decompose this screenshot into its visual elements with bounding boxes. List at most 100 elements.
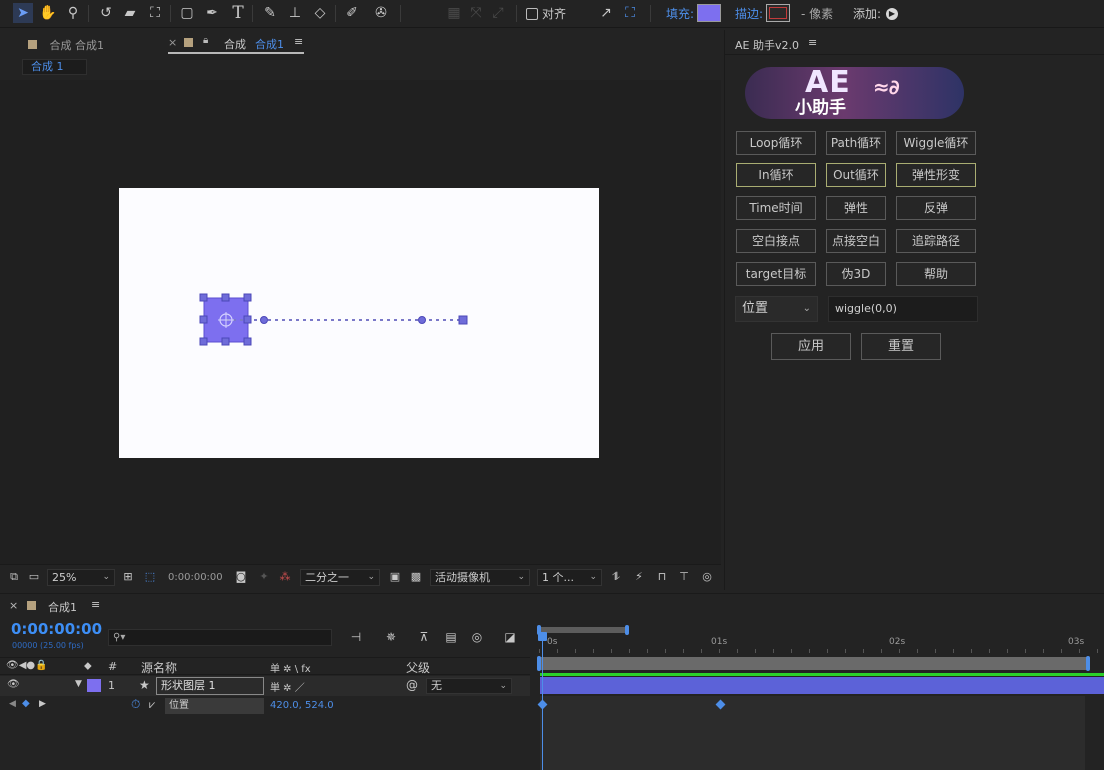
pan-behind-tool-icon[interactable]: ⛶: [145, 3, 165, 23]
timeline-menu-icon[interactable]: ≡: [91, 598, 100, 611]
path-end-keyframe[interactable]: [458, 315, 468, 325]
bounce-button[interactable]: 反弹: [896, 196, 976, 220]
layer-row[interactable]: 👁 ▼ 1 ★ 形状图层 1 単 ✲ ／ @ 无 ⌄: [0, 676, 530, 696]
rectangle-tool-icon[interactable]: ▢: [177, 3, 197, 23]
composition-canvas[interactable]: [119, 188, 599, 458]
time-button[interactable]: Time时间: [736, 196, 816, 220]
loop-button[interactable]: Loop循环: [736, 131, 816, 155]
flowchart-icon[interactable]: ⊤: [674, 567, 694, 587]
reset-button[interactable]: 重置: [861, 333, 941, 360]
snap-feather-icon[interactable]: ↗: [596, 3, 616, 23]
camera-tool-icon[interactable]: ▰: [120, 3, 140, 23]
timeline-graph[interactable]: 0s 01s 02s 03s: [535, 622, 1104, 770]
bbox-handle[interactable]: [199, 315, 208, 324]
transparency-grid-icon[interactable]: ▩: [406, 567, 426, 587]
stroke-color-swatch[interactable]: [766, 4, 790, 22]
null-to-points-button[interactable]: 空白接点: [736, 229, 816, 253]
prev-keyframe-icon[interactable]: ◀: [9, 699, 16, 709]
tab-comp-active[interactable]: 🔒︎ 合成 合成1 ≡: [168, 30, 304, 54]
work-area-end[interactable]: [625, 625, 629, 635]
zoom-tool-icon[interactable]: ⚲: [63, 3, 83, 23]
time-navigator-end[interactable]: [1086, 656, 1090, 671]
layer-name[interactable]: 形状图层 1: [156, 677, 264, 695]
fast-preview-icon[interactable]: ▣: [385, 567, 405, 587]
timeline-icon[interactable]: ⊓: [652, 567, 672, 587]
selection-tool-icon[interactable]: ➤: [13, 3, 33, 23]
graph-editor-icon[interactable]: ◪: [500, 627, 520, 647]
bbox-handle[interactable]: [243, 337, 252, 346]
camera-select[interactable]: 活动摄像机 ⌄: [430, 569, 530, 586]
brush-tool-icon[interactable]: ✎: [260, 3, 280, 23]
layer-switches[interactable]: 単 ✲ ／: [270, 679, 305, 694]
bbox-handle[interactable]: [199, 337, 208, 346]
time-navigator-start[interactable]: [537, 656, 541, 671]
render-icon[interactable]: ⚡: [629, 567, 649, 587]
current-time-display[interactable]: 0:00:00:00: [168, 572, 223, 583]
tab-menu-icon[interactable]: ≡: [294, 35, 303, 48]
timeline-timecode[interactable]: 0:00:00:00: [11, 620, 102, 638]
fit-icon[interactable]: ⊞: [118, 567, 138, 587]
path-keyframe-handle[interactable]: [260, 316, 268, 324]
time-navigator[interactable]: [540, 657, 1088, 670]
zoom-select[interactable]: 25% ⌄: [47, 569, 115, 586]
property-name[interactable]: 位置: [165, 698, 264, 714]
apply-button[interactable]: 应用: [771, 333, 851, 360]
path-keyframe-handle[interactable]: [418, 316, 426, 324]
panel-menu-icon[interactable]: ≡: [808, 36, 817, 49]
tab-comp-inactive[interactable]: 合成 合成1: [28, 37, 104, 53]
help-button[interactable]: 帮助: [896, 262, 976, 286]
text-tool-icon[interactable]: T: [228, 3, 248, 23]
snap-target-icon[interactable]: ⛶: [620, 3, 640, 23]
keyframe-navigator-icon[interactable]: ◆: [22, 698, 30, 709]
bbox-handle[interactable]: [243, 293, 252, 302]
hand-tool-icon[interactable]: ✋: [38, 3, 58, 23]
rotate-tool-icon[interactable]: ↺: [96, 3, 116, 23]
timeline-tab-label[interactable]: 合成1: [48, 599, 77, 615]
draft-3d-icon[interactable]: ✵: [381, 627, 401, 647]
roto-brush-tool-icon[interactable]: ✐: [342, 3, 362, 23]
clone-stamp-tool-icon[interactable]: ⊥: [285, 3, 305, 23]
breadcrumb[interactable]: 合成 1: [22, 59, 87, 75]
pen-tool-icon[interactable]: ✒: [202, 3, 222, 23]
bbox-handle[interactable]: [221, 293, 230, 302]
lock-icon[interactable]: 🔒︎: [203, 35, 208, 46]
color-channels-icon[interactable]: ⁂: [275, 567, 295, 587]
graph-icon[interactable]: ⩗: [149, 698, 155, 712]
layer-search-input[interactable]: ⚲▾: [108, 629, 332, 646]
property-value[interactable]: 420.0, 524.0: [270, 700, 334, 711]
resolution-select[interactable]: 二分之一 ⌄: [300, 569, 380, 586]
wiggle-loop-button[interactable]: Wiggle循环: [896, 131, 976, 155]
elastic-deform-button[interactable]: 弹性形变: [896, 163, 976, 187]
comp-mini-flowchart-icon[interactable]: ⊣: [346, 627, 366, 647]
path-loop-button[interactable]: Path循环: [826, 131, 886, 155]
puppet-pin-tool-icon[interactable]: ✇: [371, 3, 391, 23]
property-select[interactable]: 位置 ⌄: [735, 296, 818, 322]
parent-select[interactable]: 无 ⌄: [426, 678, 512, 694]
playhead-line[interactable]: [542, 633, 543, 770]
column-parent[interactable]: 父级: [406, 659, 430, 676]
fake-3d-button[interactable]: 伪3D: [826, 262, 886, 286]
in-loop-button[interactable]: In循环: [736, 163, 816, 187]
points-to-null-button[interactable]: 点接空白: [826, 229, 886, 253]
monitor-icon[interactable]: ▭: [24, 567, 44, 587]
layer-color-label[interactable]: [87, 679, 101, 692]
target-button[interactable]: target目标: [736, 262, 816, 286]
expression-input[interactable]: wiggle(0,0): [828, 296, 978, 322]
snapping-checkbox[interactable]: [526, 8, 538, 20]
exposure-icon[interactable]: ◎: [697, 567, 717, 587]
always-preview-icon[interactable]: ⧉: [4, 567, 24, 587]
eye-icon[interactable]: 👁: [7, 679, 20, 690]
frame-blending-icon[interactable]: ▤: [441, 627, 461, 647]
region-of-interest-icon[interactable]: ⬚: [140, 567, 160, 587]
pick-whip-icon[interactable]: @: [406, 678, 418, 692]
elastic-button[interactable]: 弹性: [826, 196, 886, 220]
expand-triangle-icon[interactable]: ▼: [75, 679, 82, 689]
next-keyframe-icon[interactable]: ▶: [39, 699, 46, 709]
property-row[interactable]: ◀ ◆ ▶ ⏱ ⩗ 位置 420.0, 524.0: [0, 696, 530, 716]
bbox-handle[interactable]: [243, 315, 252, 324]
timeline-close-icon[interactable]: ×: [9, 599, 18, 612]
layer-duration-bar[interactable]: [540, 677, 1104, 694]
out-loop-button[interactable]: Out循环: [826, 163, 886, 187]
column-source-name[interactable]: 源名称: [141, 659, 177, 676]
shy-layers-icon[interactable]: ⊼: [414, 627, 434, 647]
